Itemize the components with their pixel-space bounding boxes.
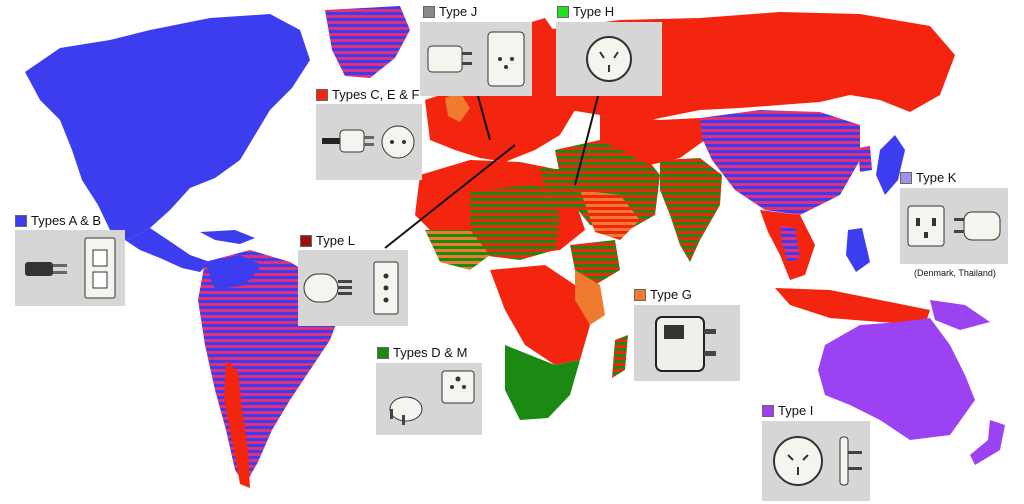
swatch-types-ab xyxy=(15,214,27,227)
outlet-l-icon xyxy=(373,261,399,315)
legend-type-i-text: Type I xyxy=(778,403,814,418)
outlet-j-icon xyxy=(487,31,525,87)
outlet-i-icon xyxy=(773,436,823,486)
legend-type-j-box xyxy=(420,22,532,96)
outlet-h-icon xyxy=(586,36,632,82)
legend-type-h-text: Type H xyxy=(573,4,615,19)
plug-k-icon xyxy=(954,211,1001,241)
outlet-k-icon xyxy=(907,205,945,247)
plug-a-icon xyxy=(25,262,67,276)
legend-types-dm-text: Types D & M xyxy=(393,345,468,360)
outlet-ab-icon xyxy=(84,237,116,299)
legend-type-k-label: Type K xyxy=(900,170,956,185)
japan-region xyxy=(876,135,905,195)
new-guinea-region xyxy=(930,300,990,330)
swatch-types-cef xyxy=(316,88,328,101)
new-zealand-region xyxy=(970,420,1005,465)
swatch-type-j xyxy=(423,5,435,18)
outlet-cef-icon xyxy=(381,125,415,159)
plug-g-icon xyxy=(655,316,716,372)
legend-type-g-label: Type G xyxy=(634,287,692,302)
swatch-type-g xyxy=(634,288,646,301)
legend-type-i-label: Type I xyxy=(762,403,813,418)
legend-type-h-box xyxy=(556,22,662,96)
philippines-region xyxy=(846,228,870,272)
swatch-type-l xyxy=(300,234,312,247)
greenland-region xyxy=(325,6,410,78)
legend-types-ab-text: Types A & B xyxy=(31,213,102,228)
plug-i-icon xyxy=(839,436,862,486)
legend-type-k-note: (Denmark, Thailand) xyxy=(914,268,996,278)
plug-l-icon xyxy=(303,273,352,303)
plug-j-icon xyxy=(427,45,472,73)
legend-types-cef-box xyxy=(316,104,422,180)
plug-d-icon xyxy=(389,396,423,425)
legend-type-h-label: Type H xyxy=(557,4,614,19)
legend-type-l-box xyxy=(298,250,408,326)
swatch-type-h xyxy=(557,5,569,18)
north-america-region xyxy=(25,14,310,240)
legend-type-l-label: Type L xyxy=(300,233,355,248)
legend-type-k-text: Type K xyxy=(916,170,957,185)
indonesia-region xyxy=(775,288,930,325)
swatch-types-dm xyxy=(377,346,389,359)
legend-types-ab-label: Types A & B xyxy=(15,213,101,228)
legend-types-dm-label: Types D & M xyxy=(377,345,467,360)
caribbean-region xyxy=(200,230,255,244)
legend-types-cef-label: Types C, E & F xyxy=(316,87,419,102)
china-region xyxy=(700,110,860,215)
korea-region xyxy=(858,146,872,172)
legend-type-i-box xyxy=(762,421,870,501)
india-region xyxy=(660,158,722,262)
swatch-type-k xyxy=(900,171,912,184)
outlet-dm-icon xyxy=(441,370,475,404)
swatch-type-i xyxy=(762,404,774,417)
legend-type-j-label: Type J xyxy=(423,4,477,19)
legend-type-j-text: Type J xyxy=(439,4,478,19)
legend-type-g-box xyxy=(634,305,740,381)
legend-types-cef-text: Types C, E & F xyxy=(332,87,420,102)
legend-type-g-text: Type G xyxy=(650,287,692,302)
madagascar-region xyxy=(612,335,628,378)
legend-types-ab-box xyxy=(15,230,125,306)
plug-cef-icon xyxy=(322,129,374,153)
legend-types-dm-box xyxy=(376,363,482,435)
legend-type-l-text: Type L xyxy=(316,233,356,248)
legend-type-k-box xyxy=(900,188,1008,264)
